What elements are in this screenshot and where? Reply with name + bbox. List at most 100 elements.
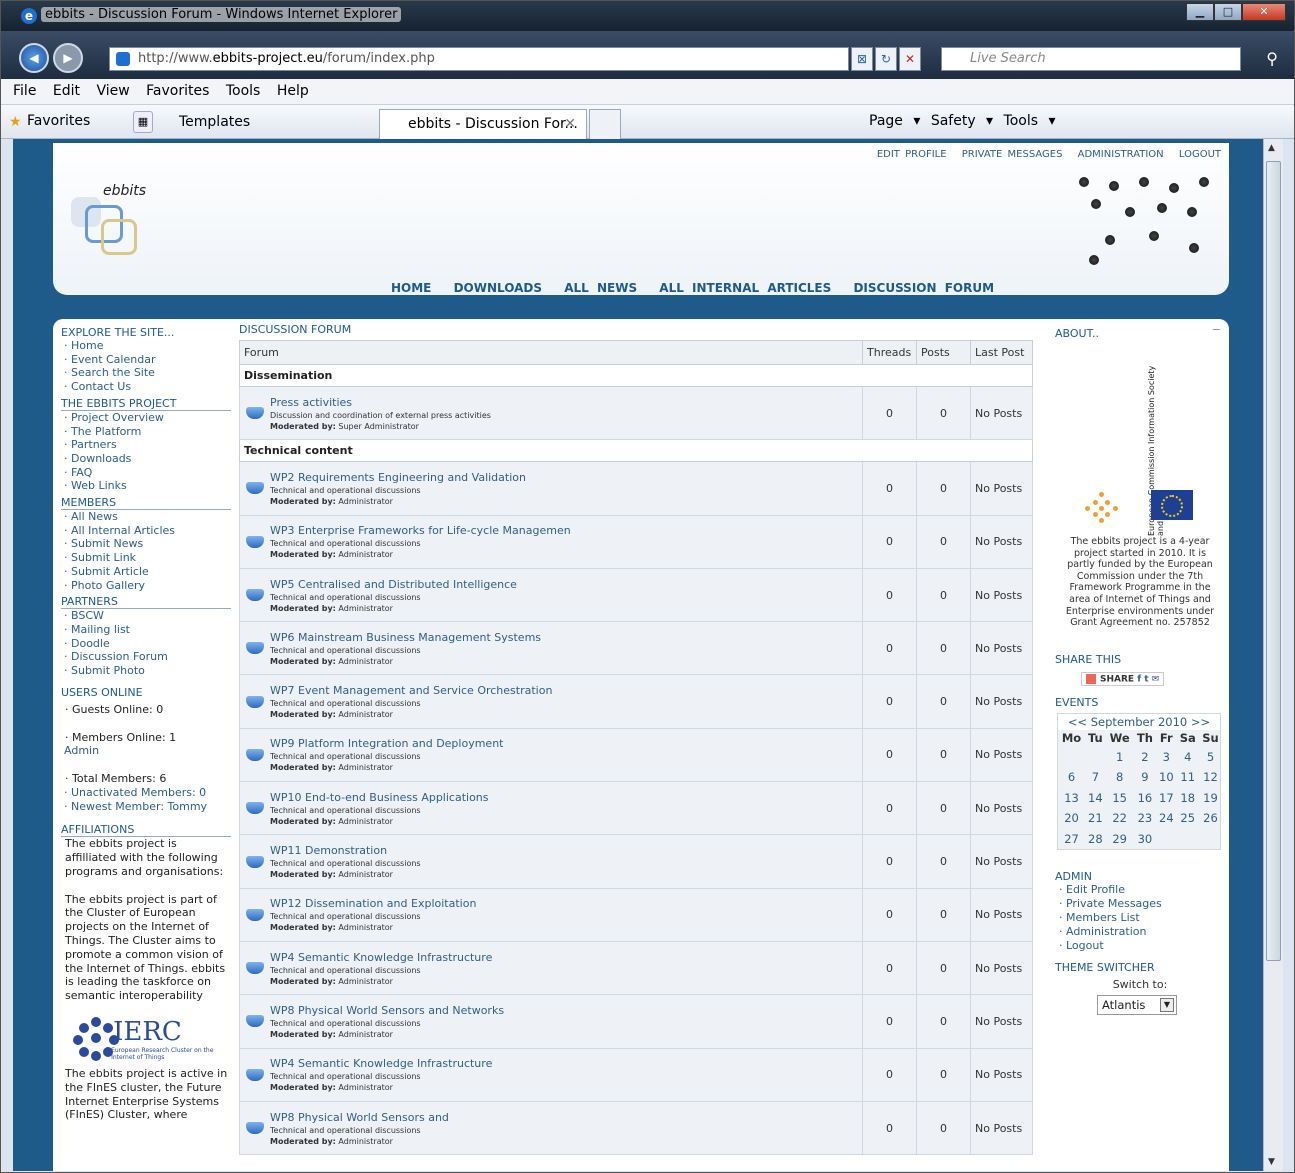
forum-name-link[interactable]: WP8 Physical World Sensors and Networks <box>270 1004 504 1017</box>
calendar-month-nav[interactable]: << September 2010 >> <box>1058 714 1220 731</box>
project-link[interactable]: · Partners <box>61 438 231 452</box>
refresh-icon[interactable]: ↻ <box>875 47 897 71</box>
forum-name-link[interactable]: WP4 Semantic Knowledge Infrastructure <box>270 951 492 964</box>
members-link[interactable]: · All News <box>61 510 231 524</box>
admin-link[interactable]: · Edit Profile <box>1055 883 1225 897</box>
admin-link[interactable]: · Administration <box>1055 925 1225 939</box>
calendar-day[interactable]: 17 <box>1156 787 1176 808</box>
partners-link[interactable]: · Mailing list <box>61 623 231 637</box>
calendar-day[interactable]: 27 <box>1058 828 1085 849</box>
calendar-day[interactable]: 20 <box>1058 808 1085 829</box>
explore-link[interactable]: · Event Calendar <box>61 353 231 367</box>
share-button[interactable]: SHARE f t ✉ <box>1081 671 1165 687</box>
forum-row[interactable]: WP8 Physical World Sensors and Networks T… <box>239 994 1033 1049</box>
admin-link[interactable]: · Private Messages <box>1055 897 1225 911</box>
calendar-day[interactable]: 13 <box>1058 787 1085 808</box>
forum-row[interactable]: WP8 Physical World Sensors and Technical … <box>239 1100 1033 1156</box>
forum-row[interactable]: Press activities Discussion and coordinat… <box>239 385 1033 441</box>
calendar-day[interactable]: 12 <box>1199 767 1222 788</box>
administration-link[interactable]: ADMINISTRATION <box>1078 149 1164 160</box>
theme-select[interactable]: Atlantis ▼ <box>1097 994 1177 1015</box>
forum-name-link[interactable]: WP4 Semantic Knowledge Infrastructure <box>270 1057 492 1070</box>
forum-row[interactable]: WP11 Demonstration Technical and operatio… <box>239 834 1033 889</box>
nav-home[interactable]: HOME <box>391 281 431 295</box>
members-link[interactable]: · Submit Article <box>61 565 231 579</box>
calendar-day[interactable]: 7 <box>1085 767 1106 788</box>
calendar-day[interactable] <box>1058 746 1085 767</box>
search-box[interactable]: Live Search ⚲ <box>941 47 1278 71</box>
stop-icon[interactable]: ✕ <box>899 47 921 71</box>
project-link[interactable]: · Web Links <box>61 479 231 493</box>
calendar-day[interactable] <box>1156 828 1176 849</box>
calendar-day[interactable]: 24 <box>1156 808 1176 829</box>
scroll-down-icon[interactable]: ▼ <box>1268 1157 1275 1167</box>
search-input[interactable]: Live Search <box>970 51 1046 66</box>
calendar-day[interactable]: 26 <box>1199 808 1222 829</box>
menu-file[interactable]: File <box>13 79 36 104</box>
explore-link[interactable]: · Search the Site <box>61 366 231 380</box>
quick-tabs-icon[interactable]: ▦ <box>133 111 153 133</box>
project-link[interactable]: · FAQ <box>61 466 231 480</box>
site-logo[interactable]: ebbits <box>67 183 147 263</box>
private-messages-link[interactable]: PRIVATE MESSAGES <box>962 149 1063 160</box>
calendar-day[interactable] <box>1199 828 1222 849</box>
calendar-day[interactable]: 4 <box>1177 746 1199 767</box>
forum-row[interactable]: WP6 Mainstream Business Management Syste… <box>239 621 1033 676</box>
compat-icon[interactable]: ⊠ <box>851 47 873 71</box>
forum-row[interactable]: WP5 Centralised and Distributed Intellig… <box>239 567 1033 623</box>
nav-downloads[interactable]: DOWNLOADS <box>454 281 542 295</box>
calendar-day[interactable]: 3 <box>1156 746 1176 767</box>
calendar-day[interactable]: 22 <box>1106 808 1134 829</box>
calendar-day[interactable]: 28 <box>1085 828 1106 849</box>
forum-row[interactable]: WP3 Enterprise Frameworks for Life-cycle… <box>239 514 1033 569</box>
back-button[interactable]: ◀ <box>19 43 49 73</box>
calendar-day[interactable]: 16 <box>1134 787 1156 808</box>
logout-link[interactable]: LOGOUT <box>1179 149 1221 160</box>
forward-button[interactable]: ▶ <box>53 43 83 73</box>
nav-all-news[interactable]: ALL NEWS <box>564 281 637 295</box>
forum-name-link[interactable]: WP2 Requirements Engineering and Validat… <box>270 471 526 484</box>
calendar-day[interactable]: 11 <box>1177 767 1199 788</box>
calendar-day[interactable]: 8 <box>1106 767 1134 788</box>
templates-link[interactable]: Templates <box>179 114 250 130</box>
forum-name-link[interactable]: WP12 Dissemination and Exploitation <box>270 897 476 910</box>
minimize-button[interactable]: ▁ <box>1186 3 1214 21</box>
calendar-day[interactable]: 21 <box>1085 808 1106 829</box>
collapse-icon[interactable]: − <box>1212 323 1221 336</box>
project-link[interactable]: · The Platform <box>61 425 231 439</box>
forum-name-link[interactable]: WP8 Physical World Sensors and <box>270 1111 449 1124</box>
project-link[interactable]: · Project Overview <box>61 411 231 425</box>
scroll-up-icon[interactable]: ▲ <box>1268 143 1275 153</box>
calendar-day[interactable]: 9 <box>1134 767 1156 788</box>
favorites-button[interactable]: Favorites <box>27 113 90 129</box>
project-link[interactable]: · Downloads <box>61 452 231 466</box>
calendar-day[interactable]: 29 <box>1106 828 1134 849</box>
calendar-day[interactable] <box>1177 828 1199 849</box>
members-link[interactable]: · Photo Gallery <box>61 579 231 593</box>
maximize-button[interactable]: □ <box>1214 3 1242 21</box>
menu-tools[interactable]: Tools <box>226 79 261 104</box>
calendar-day[interactable]: 23 <box>1134 808 1156 829</box>
calendar-day[interactable]: 1 <box>1106 746 1134 767</box>
forum-row[interactable]: WP9 Platform Integration and Deployment T… <box>239 727 1033 783</box>
calendar-day[interactable]: 2 <box>1134 746 1156 767</box>
calendar-day[interactable]: 25 <box>1177 808 1199 829</box>
calendar-day[interactable]: 19 <box>1199 787 1222 808</box>
forum-name-link[interactable]: WP5 Centralised and Distributed Intellig… <box>270 578 517 591</box>
ierc-logo[interactable]: IERC European Research Cluster on the In… <box>73 1017 231 1062</box>
calendar-day[interactable] <box>1085 746 1106 767</box>
forum-name-link[interactable]: Press activities <box>270 396 491 409</box>
calendar-day[interactable]: 14 <box>1085 787 1106 808</box>
nav-internal-articles[interactable]: ALL INTERNAL ARTICLES <box>659 281 831 295</box>
partners-link[interactable]: · Doodle <box>61 637 231 651</box>
menu-favorites[interactable]: Favorites <box>146 79 209 104</box>
menu-view[interactable]: View <box>96 79 129 104</box>
close-window-button[interactable]: ✕ <box>1242 3 1286 21</box>
forum-name-link[interactable]: WP7 Event Management and Service Orchest… <box>270 684 552 697</box>
partners-link[interactable]: · BSCW <box>61 609 231 623</box>
scroll-thumb[interactable] <box>1266 161 1281 961</box>
browser-tab[interactable]: ebbits - Discussion For... ✕ <box>379 109 587 139</box>
edit-profile-link[interactable]: EDIT PROFILE <box>877 149 947 160</box>
explore-link[interactable]: · Home <box>61 339 231 353</box>
address-bar[interactable]: http://www.ebbits-project.eu/forum/index… <box>109 47 849 71</box>
